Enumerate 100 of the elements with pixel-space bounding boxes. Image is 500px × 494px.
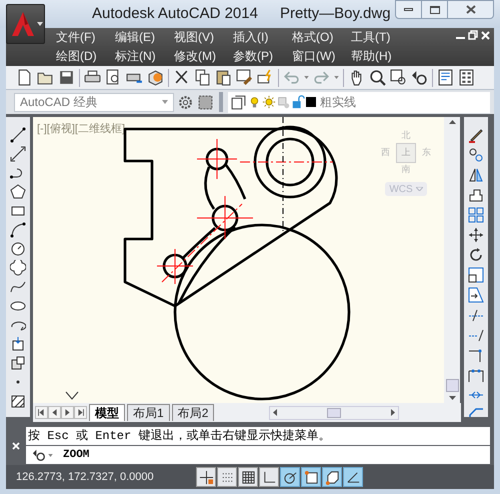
dropdown-arrow-icon <box>416 187 423 191</box>
new-file-icon[interactable] <box>16 69 33 86</box>
properties-icon[interactable] <box>437 69 454 86</box>
break-at-points-icon[interactable] <box>468 367 484 383</box>
insert-block-icon[interactable] <box>10 336 26 352</box>
grid-toggle[interactable] <box>238 467 258 487</box>
command-input[interactable]: ZOOM <box>26 446 490 464</box>
hatch-icon[interactable] <box>10 393 26 409</box>
polar-tracking-toggle[interactable] <box>280 467 300 487</box>
brush-icon[interactable] <box>236 69 253 86</box>
layer-manager-icon[interactable] <box>230 94 247 110</box>
break-icon[interactable] <box>468 347 484 363</box>
menu-item[interactable]: 修改(M) <box>174 48 233 65</box>
zoom-previous-icon[interactable] <box>32 448 46 462</box>
save-icon[interactable] <box>58 69 75 86</box>
menu-item[interactable]: 标注(N) <box>115 48 174 65</box>
application-menu-button[interactable] <box>6 4 45 44</box>
dropdown-arrow-icon[interactable] <box>334 76 339 79</box>
stretch-icon[interactable] <box>468 287 484 303</box>
scroll-up-icon[interactable] <box>448 120 456 124</box>
menu-item[interactable]: 插入(I) <box>233 29 292 46</box>
array-icon[interactable] <box>468 207 484 223</box>
close-icon[interactable] <box>481 29 490 41</box>
ortho-toggle[interactable] <box>259 467 279 487</box>
workspace-dropdown[interactable]: AutoCAD 经典 <box>14 92 174 112</box>
maximize-button[interactable] <box>422 0 448 19</box>
menu-item[interactable]: 文件(F) <box>56 29 115 46</box>
spline-icon[interactable] <box>10 279 26 295</box>
nav-next-icon[interactable] <box>61 406 74 419</box>
compass-label: 南 <box>402 162 410 176</box>
offset-icon[interactable] <box>468 187 484 203</box>
circle-icon[interactable] <box>10 241 26 257</box>
restore-icon[interactable] <box>468 29 478 41</box>
menu-item[interactable]: 绘图(D) <box>56 48 115 65</box>
menu-item[interactable]: 编辑(E) <box>115 29 174 46</box>
workspace-icon[interactable] <box>197 94 214 110</box>
palette-icon[interactable] <box>458 69 475 86</box>
scroll-right-icon[interactable] <box>391 409 396 416</box>
zoom-previous-icon[interactable] <box>411 69 428 86</box>
angle-toggle[interactable] <box>343 467 363 487</box>
zoom-icon[interactable] <box>369 69 386 86</box>
pentagon-icon[interactable] <box>10 184 26 200</box>
layout-tab[interactable]: 布局2 <box>172 404 214 421</box>
lightbulb-icon[interactable] <box>248 94 261 110</box>
object-snap-toggle[interactable] <box>301 467 321 487</box>
menu-item[interactable]: 工具(T) <box>351 29 410 46</box>
close-icon <box>466 5 476 14</box>
block-icon[interactable] <box>257 69 274 86</box>
pencil-icon[interactable] <box>468 127 484 143</box>
object-snap-3d-icon <box>324 470 340 484</box>
close-icon[interactable] <box>12 442 20 450</box>
extend-icon[interactable] <box>468 327 484 343</box>
gear-icon[interactable] <box>177 94 194 110</box>
horizontal-scrollbar[interactable] <box>269 406 400 420</box>
layer-name: 粗实线 <box>320 94 356 111</box>
paste-icon[interactable] <box>215 69 232 86</box>
scroll-down-icon[interactable] <box>448 396 456 400</box>
nav-last-icon[interactable] <box>74 406 87 419</box>
sun-icon[interactable] <box>262 95 276 109</box>
ortho-icon <box>262 470 276 484</box>
mirror-icon[interactable] <box>468 167 484 183</box>
scroll-thumb[interactable] <box>446 379 458 392</box>
copy-icon[interactable] <box>194 69 211 86</box>
line-icon[interactable] <box>10 127 26 143</box>
rotate-icon[interactable] <box>468 247 484 263</box>
zoom-window-icon[interactable] <box>390 69 407 86</box>
command-history: 按 Esc 或 Enter 键退出，或单击右键显示快捷菜单。 <box>28 428 330 445</box>
scissors-icon[interactable] <box>173 69 190 86</box>
angle-icon <box>346 470 360 484</box>
nav-first-icon[interactable] <box>35 406 48 419</box>
compass-label: 东 <box>422 146 431 159</box>
move-icon[interactable] <box>468 227 484 243</box>
coordinates-readout: 126.2773, 172.7327, 0.0000 <box>15 470 155 485</box>
layout-tab[interactable]: 布局1 <box>127 404 170 421</box>
infer-constraints-toggle[interactable] <box>196 467 216 487</box>
trim-icon[interactable] <box>468 307 484 323</box>
cloud-icon[interactable] <box>10 260 26 276</box>
layer-dropdown[interactable]: 粗实线 <box>228 92 490 112</box>
copy-object-icon[interactable] <box>468 147 484 163</box>
object-snap-3d-toggle[interactable] <box>322 467 342 487</box>
dropdown-arrow-icon[interactable] <box>304 76 309 79</box>
nav-prev-icon[interactable] <box>48 406 61 419</box>
scale-icon[interactable] <box>468 267 484 283</box>
menu-item[interactable]: 视图(V) <box>174 29 233 46</box>
make-block-icon[interactable] <box>10 355 26 371</box>
menu-item[interactable]: 窗口(W) <box>292 48 351 65</box>
vertical-scrollbar[interactable] <box>444 117 460 403</box>
arc-icon[interactable] <box>10 222 26 238</box>
scroll-thumb[interactable] <box>327 408 342 418</box>
snap-toggle[interactable] <box>217 467 237 487</box>
menu-item[interactable]: 格式(O) <box>292 29 351 46</box>
dropdown-arrow-icon[interactable] <box>48 454 53 456</box>
unlocked-padlock-icon[interactable] <box>291 95 305 109</box>
menu-item[interactable]: 帮助(H) <box>351 48 410 65</box>
menu-item[interactable]: 参数(P) <box>233 48 292 65</box>
scroll-left-icon[interactable] <box>273 409 278 416</box>
close-button[interactable] <box>448 0 494 19</box>
minimize-button[interactable] <box>395 0 422 19</box>
construction-line-icon[interactable] <box>10 146 26 162</box>
layout-tab[interactable]: 模型 <box>89 404 125 421</box>
